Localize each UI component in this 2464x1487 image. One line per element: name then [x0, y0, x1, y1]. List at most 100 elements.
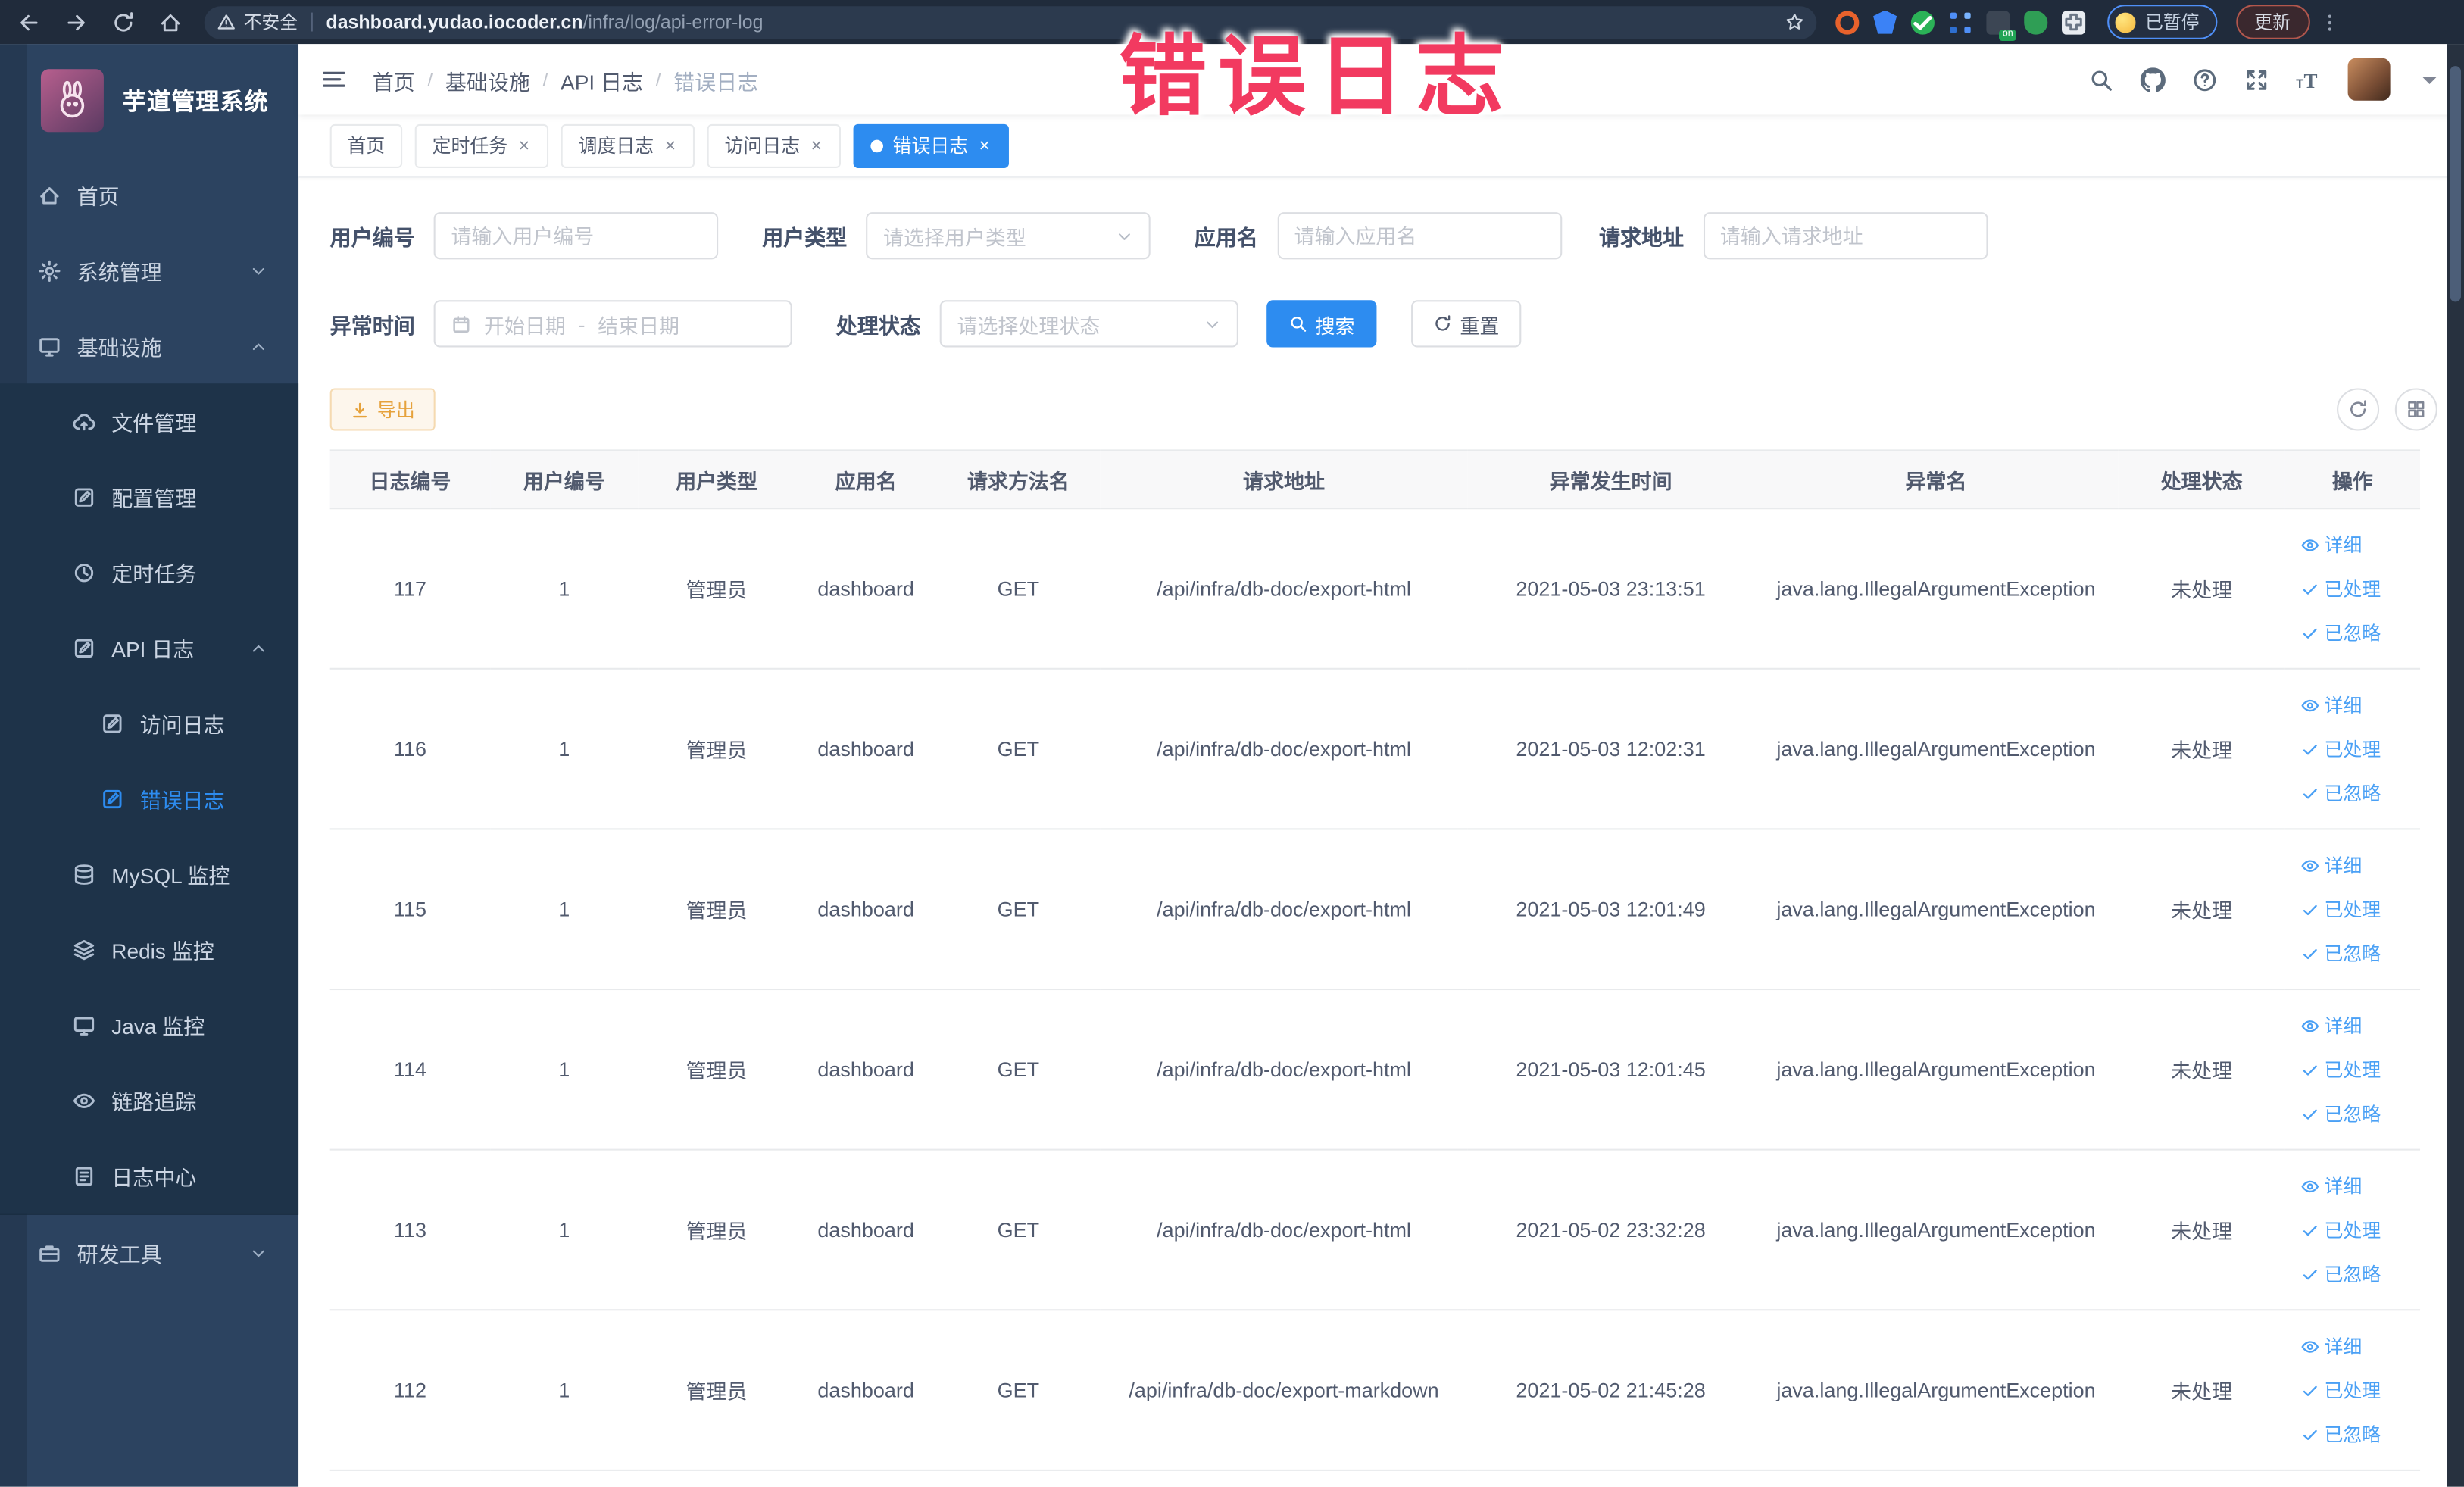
sidebar-item-12[interactable]: 链路追踪: [0, 1062, 298, 1138]
sidebar-item-13[interactable]: 日志中心: [0, 1138, 298, 1214]
bookmark-star-icon[interactable]: [1785, 13, 1804, 32]
github-icon[interactable]: [2140, 67, 2166, 92]
breadcrumb-item[interactable]: 基础设施: [445, 64, 530, 95]
reset-button[interactable]: 重置: [1411, 300, 1522, 348]
action-0[interactable]: 详细: [2300, 531, 2362, 558]
column-header[interactable]: 用户编号: [490, 449, 639, 510]
sidebar-item-14[interactable]: 研发工具: [0, 1215, 298, 1291]
sidebar-item-5[interactable]: 定时任务: [0, 534, 298, 610]
action-0[interactable]: 详细: [2300, 1332, 2362, 1359]
sidebar-item-7[interactable]: 访问日志: [0, 686, 298, 761]
action-0[interactable]: 详细: [2300, 692, 2362, 718]
close-icon[interactable]: [810, 139, 824, 153]
tab-1[interactable]: 定时任务: [414, 123, 549, 167]
action-0[interactable]: 详细: [2300, 1012, 2362, 1039]
green-leaf-extension-icon[interactable]: [2024, 10, 2048, 34]
column-header[interactable]: 异常名: [1754, 449, 2119, 510]
user-id-input[interactable]: [433, 212, 719, 260]
start-date-placeholder: 开始日期: [484, 313, 566, 338]
action-0[interactable]: 详细: [2300, 1173, 2362, 1199]
scrollbar-thumb[interactable]: [2450, 66, 2461, 302]
search-button[interactable]: 搜索: [1266, 300, 1377, 348]
column-header[interactable]: 异常发生时间: [1467, 449, 1754, 510]
browser-update-button[interactable]: 更新: [2235, 5, 2309, 39]
cell-actions: 详细 已处理 已忽略: [2284, 829, 2421, 991]
browser-menu-icon[interactable]: [2319, 12, 2339, 33]
close-icon[interactable]: [664, 139, 678, 153]
refresh-table-button[interactable]: [2337, 388, 2380, 431]
action-2[interactable]: 已忽略: [2300, 1261, 2381, 1287]
blue-grid-extension-icon[interactable]: [1949, 10, 1972, 33]
user-menu-caret-icon[interactable]: [2417, 67, 2442, 92]
browser-home-button[interactable]: [151, 3, 189, 41]
collapse-sidebar-icon[interactable]: [320, 66, 347, 92]
paused-extension-badge[interactable]: 已暂停: [2107, 5, 2217, 39]
browser-forward-button[interactable]: [57, 3, 95, 41]
browser-reload-button[interactable]: [104, 3, 142, 41]
column-settings-button[interactable]: [2394, 388, 2437, 431]
action-1[interactable]: 已处理: [2300, 896, 2381, 923]
fullscreen-icon[interactable]: [2244, 67, 2269, 92]
breadcrumb-item[interactable]: API 日志: [561, 64, 643, 95]
breadcrumb-item[interactable]: 错误日志: [673, 64, 758, 95]
action-1[interactable]: 已处理: [2300, 1056, 2381, 1082]
export-button[interactable]: 导出: [329, 388, 436, 431]
action-1[interactable]: 已处理: [2300, 1376, 2381, 1403]
sidebar-item-2[interactable]: 基础设施: [0, 308, 298, 384]
app-logo[interactable]: 芋道管理系统: [0, 44, 298, 157]
sidebar-item-10[interactable]: Redis 监控: [0, 911, 298, 987]
action-2[interactable]: 已忽略: [2300, 1421, 2381, 1448]
sidebar-item-0[interactable]: 首页: [0, 157, 298, 233]
sidebar-item-3[interactable]: 文件管理: [0, 383, 298, 459]
address-bar[interactable]: 不安全 dashboard.yudao.iocoder.cn/infra/log…: [204, 5, 1817, 39]
column-header[interactable]: 应用名: [795, 449, 937, 510]
page-scrollbar[interactable]: [2447, 44, 2464, 1487]
sidebar-item-8[interactable]: 错误日志: [0, 761, 298, 836]
column-header[interactable]: 日志编号: [329, 449, 491, 510]
white-puzzle-extension-icon[interactable]: [2062, 10, 2086, 34]
orange-ring-extension-icon[interactable]: [1835, 10, 1860, 34]
export-button-label: 导出: [376, 398, 415, 422]
sidebar-item-11[interactable]: Java 监控: [0, 987, 298, 1063]
column-header[interactable]: 处理状态: [2118, 449, 2285, 510]
tab-2[interactable]: 调度日志: [561, 123, 695, 167]
user-type-select[interactable]: 请选择用户类型: [866, 212, 1151, 260]
omnibox-divider: [310, 12, 312, 32]
action-2[interactable]: 已忽略: [2300, 940, 2381, 967]
action-1[interactable]: 已处理: [2300, 575, 2381, 601]
sidebar-item-6[interactable]: API 日志: [0, 610, 298, 686]
exception-time-range-input[interactable]: 开始日期 - 结束日期: [433, 300, 792, 348]
green-check-extension-icon[interactable]: [1910, 10, 1935, 34]
column-header[interactable]: 操作: [2284, 449, 2421, 510]
svg-text:T: T: [2304, 69, 2318, 92]
breadcrumb-item[interactable]: 首页: [373, 64, 415, 95]
user-avatar[interactable]: [2347, 58, 2391, 101]
app-name-input[interactable]: [1276, 212, 1562, 260]
sidebar-item-9[interactable]: MySQL 监控: [0, 836, 298, 912]
sidebar-item-4[interactable]: 配置管理: [0, 459, 298, 535]
tab-3[interactable]: 访问日志: [707, 123, 842, 167]
request-url-input[interactable]: [1702, 212, 1988, 260]
font-size-icon[interactable]: TT: [2296, 67, 2321, 92]
forward-arrow-icon: [64, 10, 87, 33]
blue-shield-extension-icon[interactable]: [1873, 10, 1897, 34]
browser-back-button[interactable]: [9, 3, 47, 41]
search-icon[interactable]: [2088, 67, 2113, 92]
column-header[interactable]: 请求地址: [1100, 449, 1468, 510]
help-icon[interactable]: [2192, 67, 2217, 92]
process-status-select[interactable]: 请选择处理状态: [939, 300, 1238, 348]
tab-4[interactable]: 错误日志: [853, 123, 1010, 167]
close-icon[interactable]: [517, 139, 532, 153]
sidebar-item-1[interactable]: 系统管理: [0, 233, 298, 308]
action-2[interactable]: 已忽略: [2300, 619, 2381, 645]
column-header[interactable]: 用户类型: [638, 449, 795, 510]
column-header[interactable]: 请求方法名: [936, 449, 1101, 510]
action-2[interactable]: 已忽略: [2300, 1100, 2381, 1126]
action-1[interactable]: 已处理: [2300, 736, 2381, 762]
action-0[interactable]: 详细: [2300, 851, 2362, 878]
green-on-badge-extension-icon[interactable]: [1986, 10, 2016, 40]
action-1[interactable]: 已处理: [2300, 1217, 2381, 1243]
action-2[interactable]: 已忽略: [2300, 779, 2381, 806]
close-icon[interactable]: [978, 139, 992, 153]
tab-0[interactable]: 首页: [329, 123, 403, 167]
